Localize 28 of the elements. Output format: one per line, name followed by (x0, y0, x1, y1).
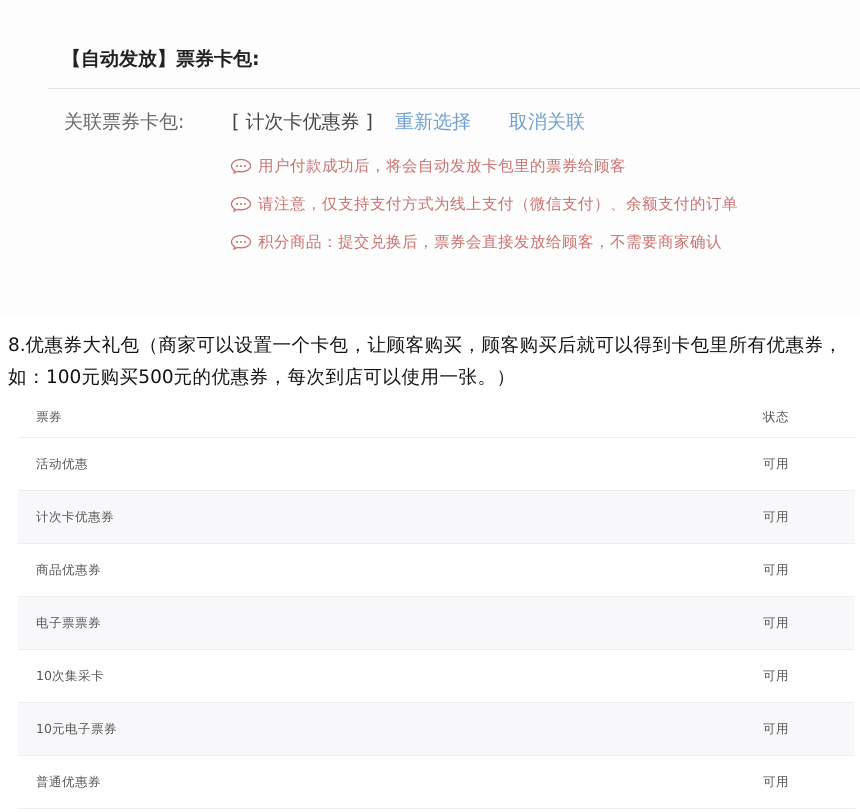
table-cell-text: 10次集采卡 (36, 668, 105, 684)
table-cell-text: 10元电子票券 (36, 720, 118, 738)
table-cell-text: 普通优惠券 (36, 774, 102, 790)
section-title: 【自动发放】票券卡包: (62, 47, 261, 72)
table-cell-text: 电子票票券 (36, 614, 102, 632)
action-link[interactable]: 取消关联 (508, 109, 585, 135)
chat-bubble-icon (230, 158, 252, 174)
table-cell-text: 商品优惠券 (36, 562, 102, 578)
field-label: 关联票券卡包: (64, 110, 186, 135)
table-cell-text: 可用 (763, 562, 790, 578)
table-cell-text: 可用 (763, 508, 790, 526)
paragraph: 8.优惠券大礼包（商家可以设置一个卡包，让顾客购买，顾客购买后就可以得到卡包里所有优惠券，如：100元购买500元的优惠券，每次到店可以使用一张。） (8, 334, 844, 390)
note-text: 积分商品：提交兑换后，票券会直接发放给顾客，不需要商家确认 (258, 232, 722, 252)
table-cell-text: 可用 (763, 614, 790, 632)
field-value: [ 计次卡优惠券 ] (232, 110, 373, 135)
action-link[interactable]: 重新选择 (394, 109, 471, 135)
table-cell-text: 活动优惠 (36, 456, 89, 472)
table-cell-text: 可用 (763, 668, 790, 684)
table-cell-text: 计次卡优惠券 (36, 508, 115, 526)
column-header: 票券 (36, 409, 63, 426)
table-cell-text: 可用 (763, 456, 790, 472)
note-text: 用户付款成功后，将会自动发放卡包里的票券给顾客 (258, 156, 626, 176)
chat-bubble-icon (230, 196, 252, 212)
column-header: 状态 (763, 409, 790, 426)
chat-bubble-icon (230, 234, 252, 250)
table-cell-text: 可用 (763, 720, 790, 738)
table-cell-text: 可用 (763, 774, 790, 790)
note-text: 请注意，仅支持支付方式为线上支付（微信支付）、余额支付的订单 (258, 194, 738, 214)
